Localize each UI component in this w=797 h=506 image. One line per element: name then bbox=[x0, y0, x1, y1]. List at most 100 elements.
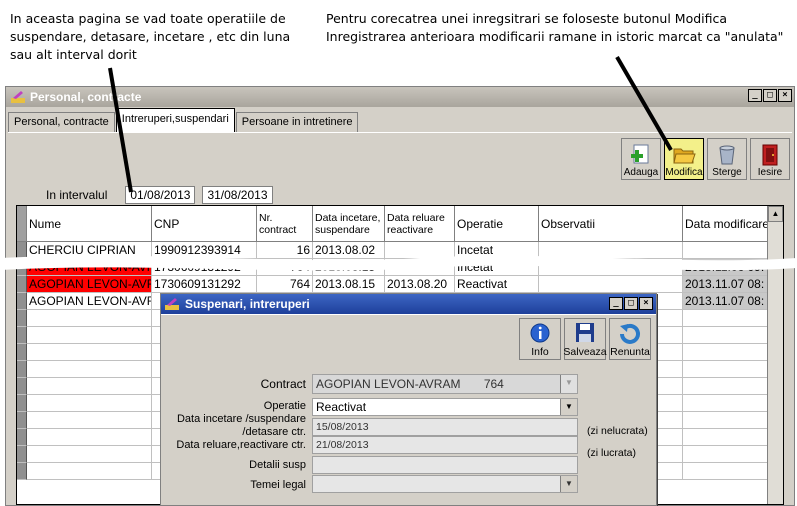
contract-label: Contract bbox=[260, 377, 306, 391]
row-selector[interactable] bbox=[17, 412, 27, 429]
cell-observatii bbox=[539, 276, 683, 293]
empty-cell bbox=[27, 446, 152, 463]
save-button-label: Salveaza bbox=[563, 346, 607, 358]
chevron-down-icon[interactable]: ▼ bbox=[560, 399, 577, 415]
interval-to-input[interactable]: 31/08/2013 bbox=[202, 186, 273, 204]
app-icon bbox=[11, 91, 25, 103]
close-button[interactable]: × bbox=[639, 297, 653, 310]
cell-operatie: Incetat bbox=[455, 242, 539, 259]
delete-button[interactable]: Sterge bbox=[707, 138, 747, 180]
row-selector[interactable] bbox=[17, 242, 27, 259]
empty-cell bbox=[27, 395, 152, 412]
tab-personal-contracte[interactable]: Personal, contracte bbox=[8, 112, 115, 132]
cell-data-modificare bbox=[683, 242, 773, 259]
chevron-down-icon[interactable]: ▼ bbox=[560, 375, 577, 393]
row-selector[interactable] bbox=[17, 446, 27, 463]
column-header-nr-contract[interactable]: Nr. contract bbox=[257, 206, 313, 242]
row-selector[interactable] bbox=[17, 378, 27, 395]
maximize-button[interactable]: □ bbox=[763, 89, 777, 102]
maximize-button[interactable]: □ bbox=[624, 297, 638, 310]
cell-nume: AGOPIAN LEVON-AVR bbox=[27, 293, 152, 310]
contract-select-value: AGOPIAN LEVON-AVRAM 764 bbox=[316, 377, 504, 391]
interval-from-input[interactable]: 01/08/2013 bbox=[125, 186, 196, 204]
contract-select[interactable]: AGOPIAN LEVON-AVRAM 764 ▼ bbox=[312, 374, 578, 394]
row-selector[interactable] bbox=[17, 276, 27, 293]
row-selector[interactable] bbox=[17, 463, 27, 480]
operatie-select[interactable]: Reactivat ▼ bbox=[312, 398, 578, 416]
row-selector[interactable] bbox=[17, 310, 27, 327]
app-icon bbox=[165, 298, 179, 310]
cell-data-modificare: 2013.11.07 08: bbox=[683, 293, 773, 310]
close-button[interactable]: × bbox=[778, 89, 792, 102]
column-header-operatie[interactable]: Operatie bbox=[455, 206, 539, 242]
column-header-data-modificare[interactable]: Data modificare bbox=[683, 206, 773, 242]
row-selector[interactable] bbox=[17, 344, 27, 361]
dialog-toolbar: Info Salveaza Renunta bbox=[519, 318, 651, 360]
row-selector[interactable] bbox=[17, 327, 27, 344]
annotation-right: Pentru corecatrea unei inregsitrari se f… bbox=[326, 10, 783, 46]
cell-nume: CHERCIU CIPRIAN bbox=[27, 242, 152, 259]
cell-data-incetare: 2013.08.02 bbox=[313, 242, 385, 259]
chevron-down-icon[interactable]: ▼ bbox=[560, 476, 577, 492]
row-selector[interactable] bbox=[17, 259, 27, 276]
table-row[interactable]: AGOPIAN LEVON-AVR 1730609131292 764 2013… bbox=[17, 276, 773, 293]
data-incetare-label-line1: Data incetare /suspendare bbox=[176, 413, 306, 425]
add-button[interactable]: Adauga bbox=[621, 138, 661, 180]
window-title: Personal, contracte bbox=[30, 90, 142, 104]
row-selector[interactable] bbox=[17, 293, 27, 310]
table-row[interactable]: CHERCIU CIPRIAN 1990912393914 16 2013.08… bbox=[17, 242, 773, 259]
column-header-observatii[interactable]: Observatii bbox=[539, 206, 683, 242]
exit-button[interactable]: Iesire bbox=[750, 138, 790, 180]
cell-data-reluare bbox=[385, 242, 455, 259]
minimize-button[interactable]: _ bbox=[748, 89, 762, 102]
column-header-nume[interactable]: Nume bbox=[27, 206, 152, 242]
empty-cell bbox=[683, 463, 773, 480]
column-header-cnp[interactable]: CNP bbox=[152, 206, 257, 242]
annotation-left: In aceasta pagina se vad toate operatiil… bbox=[10, 10, 290, 64]
table-row[interactable]: AGOPIAN LEVON-AVR 1730609131292 764 2013… bbox=[17, 259, 773, 276]
cancel-button-label: Renunta bbox=[610, 346, 650, 358]
minimize-button[interactable]: _ bbox=[609, 297, 623, 310]
modify-button[interactable]: Modifica bbox=[664, 138, 704, 180]
column-header-data-incetare[interactable]: Data incetare, suspendare bbox=[313, 206, 385, 242]
add-button-label: Adauga bbox=[623, 167, 659, 178]
suspension-dialog: Suspenari, intreruperi _ □ × Info Salvea… bbox=[160, 293, 657, 506]
toolbar: Adauga Modifica Sterge Iesire bbox=[621, 138, 790, 180]
dialog-title: Suspenari, intreruperi bbox=[185, 297, 310, 311]
cell-operatie: Reactivat bbox=[455, 276, 539, 293]
grid-vertical-scrollbar[interactable]: ▲ bbox=[767, 206, 783, 504]
dialog-titlebar[interactable]: Suspenari, intreruperi _ □ × bbox=[161, 294, 656, 314]
row-selector[interactable] bbox=[17, 361, 27, 378]
save-icon bbox=[576, 323, 594, 342]
cell-data-incetare: 2013.08.15 bbox=[313, 276, 385, 293]
folder-edit-icon bbox=[673, 148, 696, 164]
column-header-data-reluare[interactable]: Data reluare reactivare bbox=[385, 206, 455, 242]
detalii-input[interactable] bbox=[312, 456, 578, 474]
row-selector[interactable] bbox=[17, 395, 27, 412]
tab-persoane-intretinere[interactable]: Persoane in intretinere bbox=[235, 112, 359, 132]
cell-data-modificare: 2013.11.06 09: bbox=[683, 259, 773, 276]
cell-cnp: 1990912393914 bbox=[152, 242, 257, 259]
data-incetare-input[interactable]: 15/08/2013 bbox=[312, 418, 578, 436]
save-button[interactable]: Salveaza bbox=[563, 318, 607, 360]
empty-cell bbox=[27, 344, 152, 361]
tab-intreruperi-suspendari[interactable]: Intreruperi,suspendari bbox=[115, 108, 235, 132]
scroll-up-button[interactable]: ▲ bbox=[768, 206, 783, 222]
info-button[interactable]: Info bbox=[519, 318, 561, 360]
cell-nume: AGOPIAN LEVON-AVR bbox=[27, 276, 152, 293]
modify-button-label: Modifica bbox=[665, 167, 703, 178]
delete-button-label: Sterge bbox=[712, 167, 742, 178]
cancel-button[interactable]: Renunta bbox=[609, 318, 651, 360]
empty-cell bbox=[27, 378, 152, 395]
empty-cell bbox=[27, 361, 152, 378]
annotation-line: Inregistrarea anterioara modificarii ram… bbox=[326, 29, 784, 44]
empty-cell bbox=[683, 327, 773, 344]
empty-cell bbox=[683, 395, 773, 412]
data-reluare-input[interactable]: 21/08/2013 bbox=[312, 436, 578, 454]
empty-cell bbox=[27, 429, 152, 446]
row-selector[interactable] bbox=[17, 429, 27, 446]
window-titlebar[interactable]: Personal, contracte _ □ × bbox=[6, 87, 794, 107]
temei-legal-select[interactable]: ▼ bbox=[312, 475, 578, 493]
cell-cnp: 1730609131292 bbox=[152, 276, 257, 293]
tab-bar: Personal, contracte Intreruperi,suspenda… bbox=[8, 108, 359, 132]
